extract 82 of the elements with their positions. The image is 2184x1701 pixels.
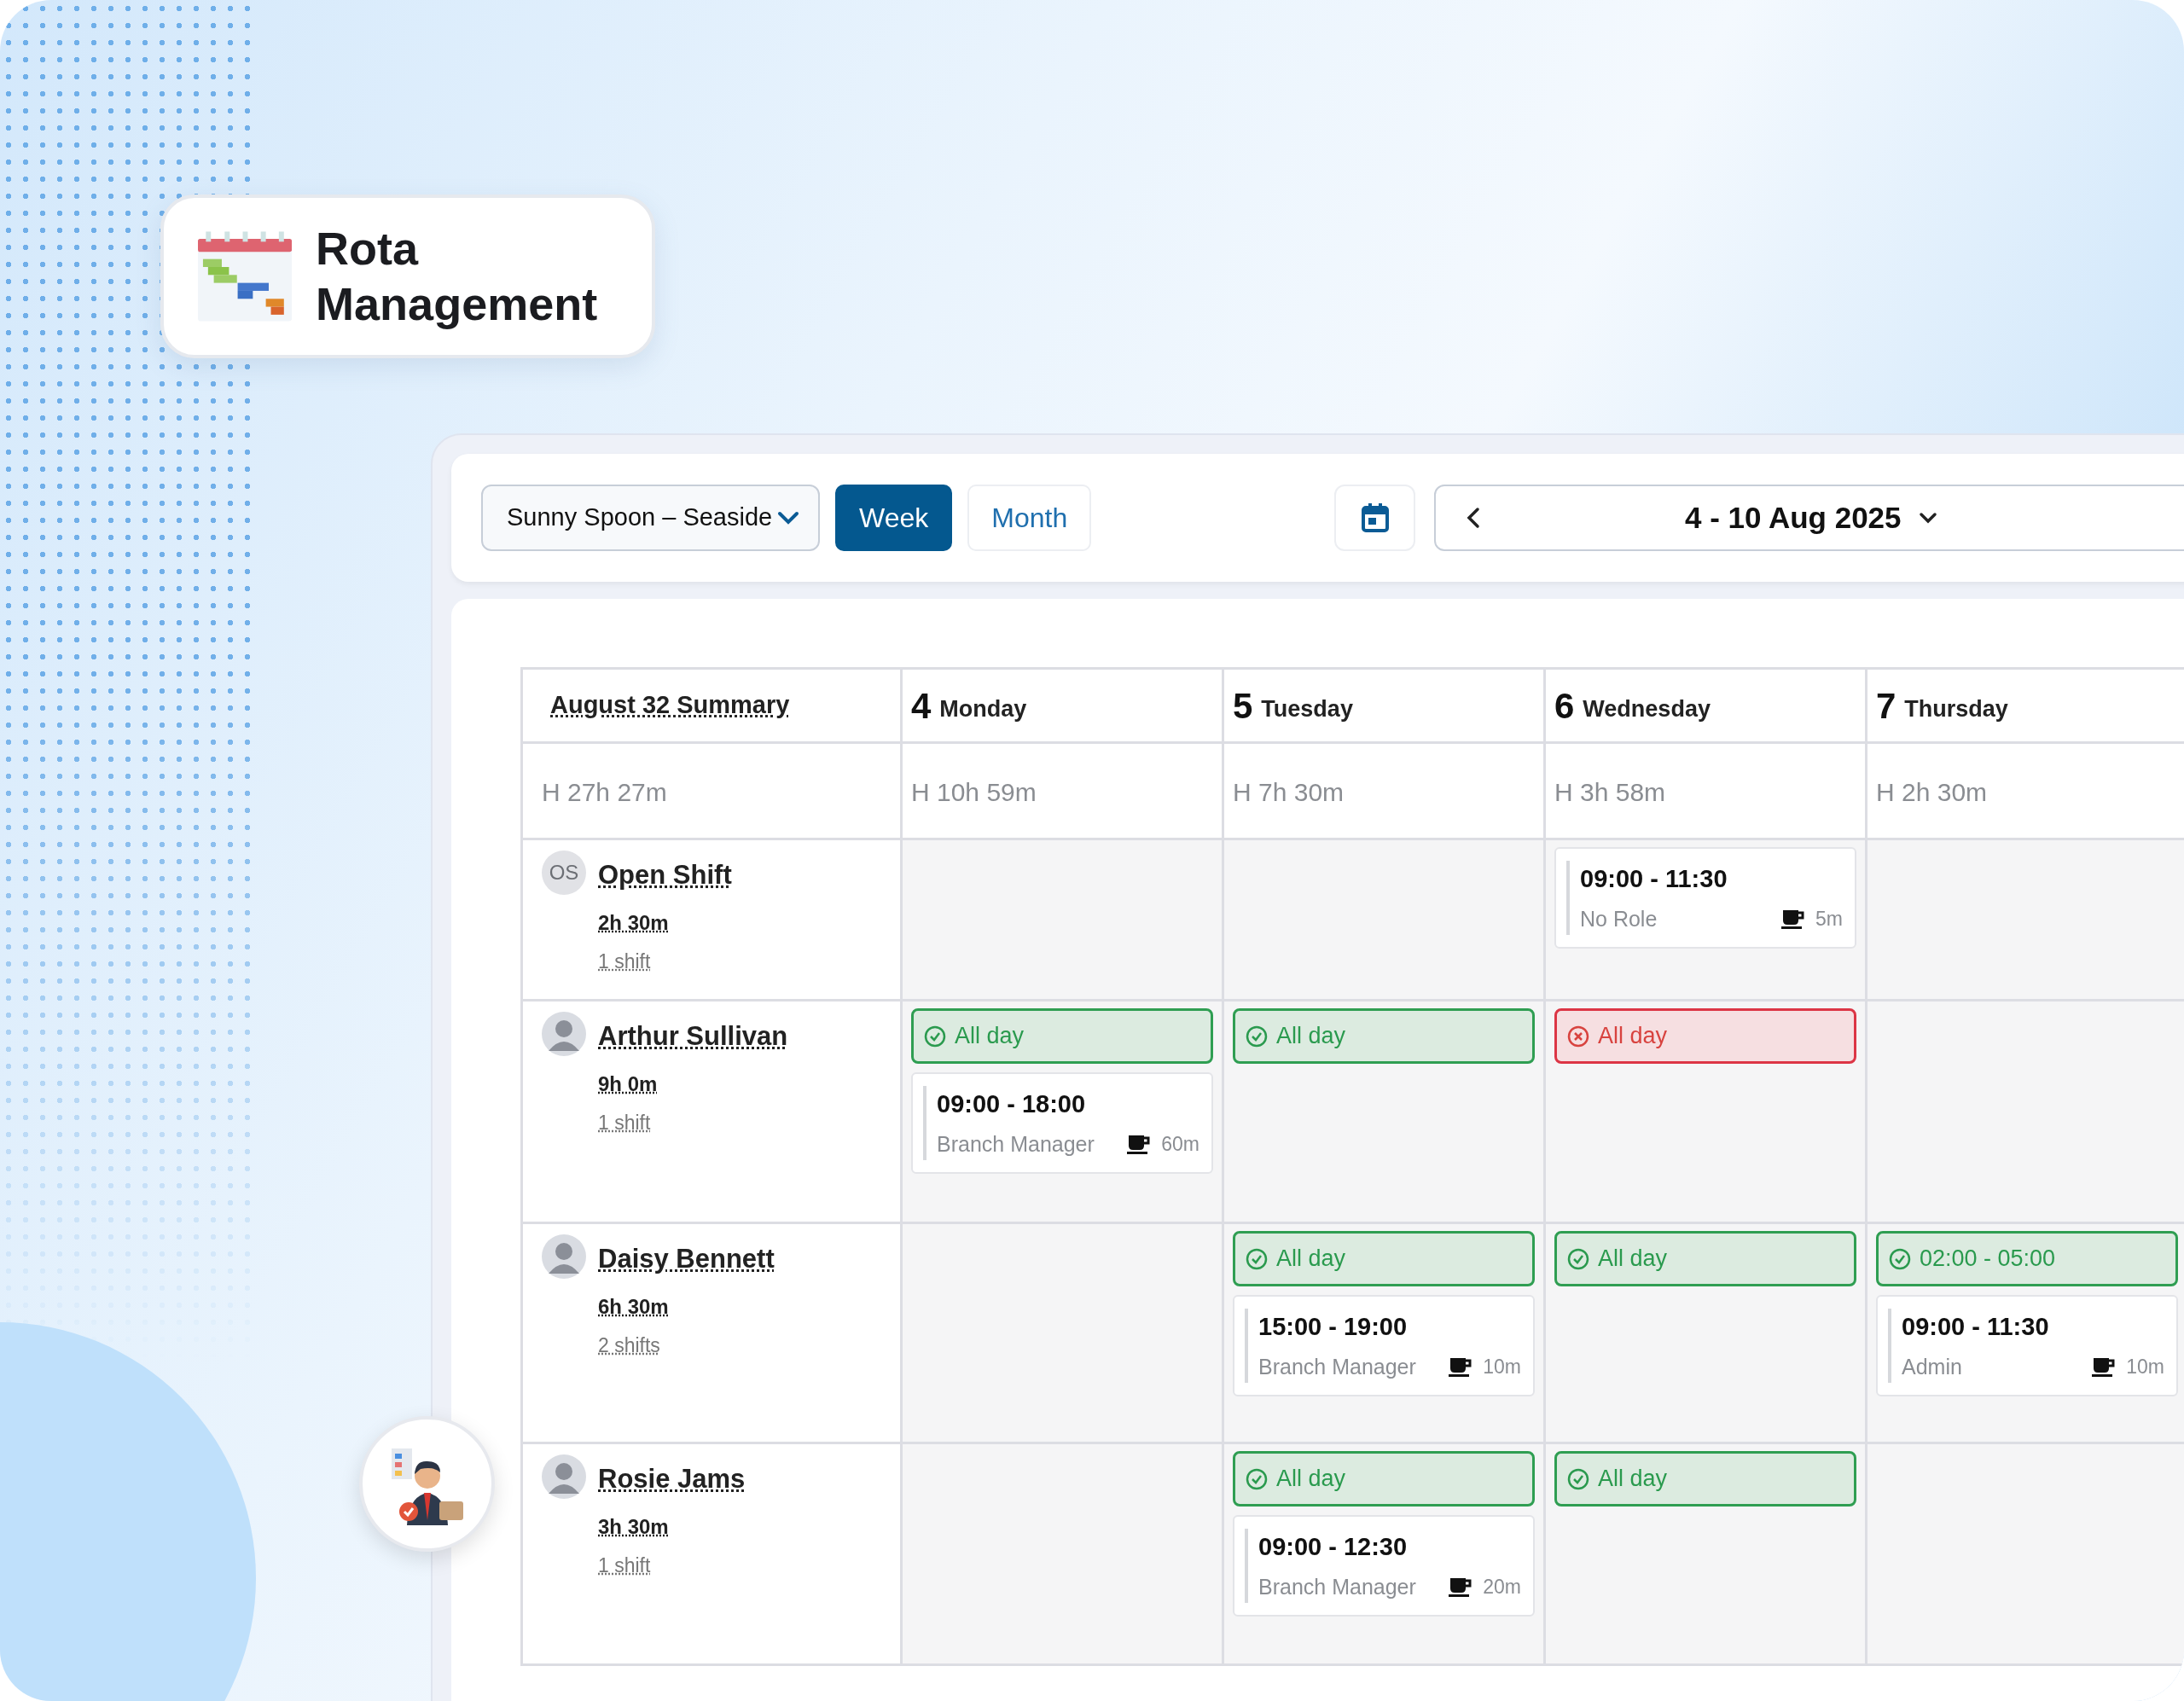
employee-hours: 6h 30m [598,1293,669,1320]
check-circle-icon [1246,1025,1268,1048]
day-hours: H 10h 59m [910,777,1037,808]
summary-title: August 32 Summary [549,690,790,721]
check-circle-icon [1567,1467,1589,1490]
employee-name[interactable]: Rosie Jams [598,1460,746,1500]
availability-tag: All day [1233,1231,1535,1286]
shift-count: 1 shift [598,949,651,974]
coffee-cup-icon [2092,1356,2117,1378]
calendar-button[interactable] [1334,485,1415,551]
calendar-icon [1361,503,1389,532]
check-circle-icon [924,1025,946,1048]
shift-role: Branch Manager [937,1130,1095,1158]
shift-count: 1 shift [598,1553,651,1578]
shift-role: Admin [1902,1353,1963,1380]
shift-card[interactable]: 09:00 - 18:00 Branch Manager 60m [911,1072,1213,1174]
employee-hours: 3h 30m [598,1513,669,1540]
employee-name[interactable]: Daisy Bennett [598,1239,775,1280]
day-number: 6 [1554,684,1575,728]
day-number: 7 [1876,684,1896,728]
check-circle-icon [1567,1247,1589,1270]
avatar-initials: OS [542,850,586,895]
shift-role: Branch Manager [1258,1353,1417,1380]
app-title: Rota Management [316,222,599,331]
shift-count: 2 shifts [598,1332,660,1358]
employee-name[interactable]: Arthur Sullivan [598,1017,788,1057]
shift-role: No Role [1580,905,1658,932]
check-circle-icon [1889,1247,1911,1270]
day-number: 4 [911,684,932,728]
date-range: 4 - 10 Aug 2025 [1685,499,1902,536]
day-number: 5 [1233,684,1253,728]
shift-time: 09:00 - 12:30 [1258,1532,1408,1562]
day-hours: H 2h 30m [1875,777,1989,808]
check-circle-icon [1246,1467,1268,1490]
shift-time: 09:00 - 11:30 [1902,1312,2049,1342]
employee-name[interactable]: Open Shift [598,856,732,896]
avatar-icon [542,1454,586,1499]
view-tab[interactable]: Week [835,485,953,551]
shift-card[interactable]: 09:00 - 12:30 Branch Manager 20m [1233,1515,1535,1617]
day-hours: H 3h 58m [1554,777,1667,808]
caret-down-icon [1918,512,1937,524]
shift-count: 1 shift [598,1110,651,1135]
break-duration: 10m [1483,1355,1521,1379]
chevron-down-icon [777,511,799,525]
chevron-left-icon [1467,507,1480,529]
availability-tag: All day [1554,1008,1856,1064]
shift-card[interactable]: 09:00 - 11:30 No Role 5m [1554,847,1856,949]
check-circle-icon [1246,1247,1268,1270]
day-name: Monday [939,694,1027,723]
shift-card[interactable]: 09:00 - 11:30 Admin 10m [1876,1295,2178,1396]
view-tab[interactable]: Month [967,485,1092,551]
location-select[interactable]: Sunny Spoon – Seaside [481,485,820,551]
availability-tag: All day [1554,1451,1856,1507]
availability-tag: All day [1233,1451,1535,1507]
shift-time: 15:00 - 19:00 [1258,1312,1408,1342]
break-duration: 10m [2126,1355,2164,1379]
availability-tag: All day [1233,1008,1535,1064]
coffee-cup-icon [1449,1356,1473,1378]
employee-hours: 9h 0m [598,1071,658,1097]
availability-tag: 02:00 - 05:00 [1876,1231,2178,1286]
shift-role: Branch Manager [1258,1573,1417,1600]
day-name: Wednesday [1583,694,1711,723]
break-duration: 60m [1161,1132,1199,1157]
coffee-cup-icon [1781,909,1806,930]
total-hours: H 27h 27m [541,777,668,808]
availability-tag: All day [1554,1231,1856,1286]
shift-card[interactable]: 15:00 - 19:00 Branch Manager 10m [1233,1295,1535,1396]
employee-hours: 2h 30m [598,909,669,936]
break-duration: 5m [1815,907,1843,932]
break-duration: 20m [1483,1575,1521,1599]
shift-time: 09:00 - 11:30 [1580,864,1728,894]
avatar-icon [542,1012,586,1056]
previous-week-button[interactable] [1467,507,1480,529]
shift-time: 09:00 - 18:00 [937,1089,1086,1119]
availability-tag: All day [911,1008,1213,1064]
day-hours: H 7h 30m [1232,777,1345,808]
coffee-cup-icon [1449,1576,1473,1598]
day-name: Tuesday [1261,694,1353,723]
x-circle-icon [1567,1025,1589,1048]
avatar-icon [542,1234,586,1279]
coffee-cup-icon [1127,1134,1152,1155]
day-name: Thursday [1904,694,2008,723]
